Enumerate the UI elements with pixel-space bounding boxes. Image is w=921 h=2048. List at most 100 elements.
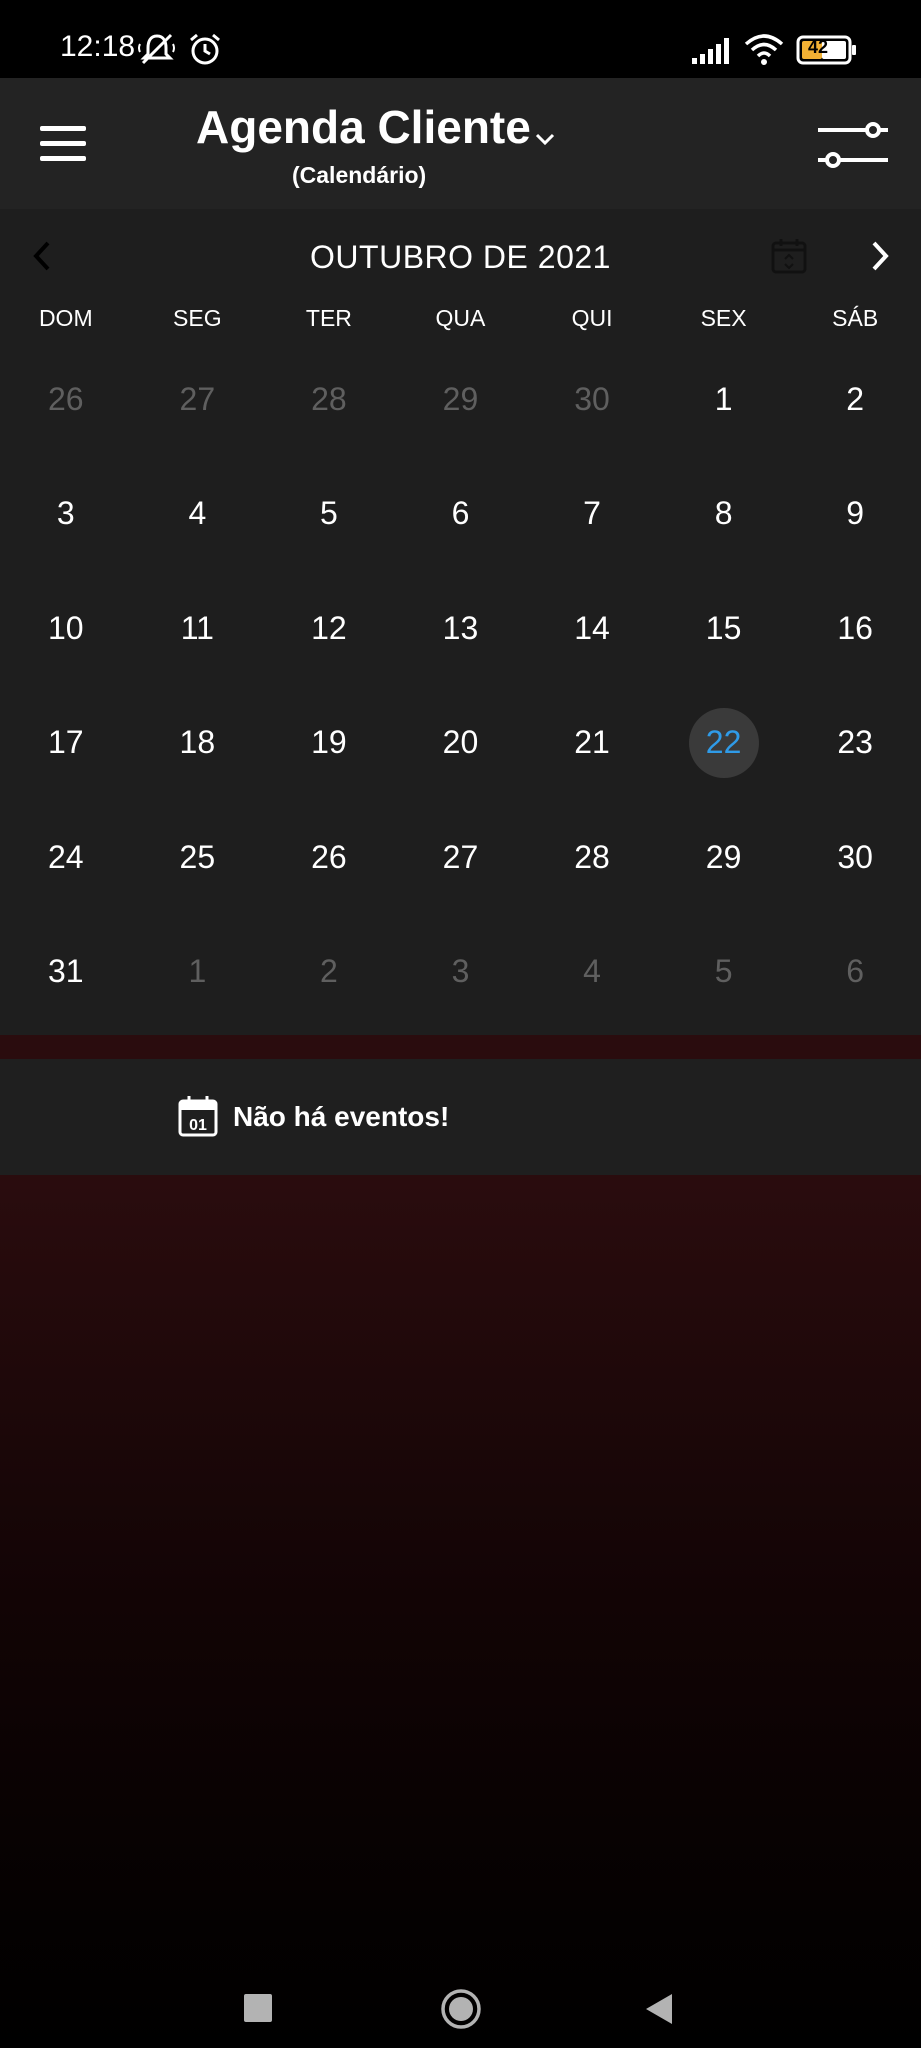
calendar-day-label: 12 [311,609,347,646]
calendar-day-label: 13 [442,609,479,646]
calendar-day[interactable]: 26 [263,800,395,915]
calendar-day[interactable]: 6 [395,457,527,572]
page-title[interactable]: Agenda Cliente [196,100,531,154]
alarm-icon [190,33,220,65]
calendar-day-label: 20 [442,724,479,761]
calendar-day-icon: 01 [178,1096,218,1137]
month-bar: OUTUBRO DE 2021 [0,209,921,299]
calendar-day-label: 21 [574,724,610,761]
calendar-day-label: 4 [188,495,207,532]
calendar-day-other-month[interactable]: 26 [0,342,132,457]
status-bar: 12:18 42 [0,0,921,78]
calendar-day-other-month[interactable]: 29 [395,342,527,457]
calendar-day-label: 23 [837,724,873,761]
calendar-day[interactable]: 7 [526,457,658,572]
calendar-picker-icon[interactable] [770,237,808,275]
calendar-day-today[interactable]: 22 [658,686,790,801]
calendar-day[interactable]: 11 [132,571,264,686]
calendar-day-label: 5 [320,495,338,532]
calendar-day-label: 29 [705,838,742,875]
status-time: 12:18 [60,30,136,63]
calendar-day-label: 24 [47,838,84,875]
calendar-day-label: 15 [705,609,742,646]
calendar-day-label: 2 [846,380,865,417]
calendar-day-label: 30 [574,380,610,417]
page-subtitle: (Calendário) [292,162,427,188]
events-panel: 01 Não há eventos! [0,1059,921,1175]
calendar-day-other-month[interactable]: 27 [132,342,264,457]
calendar-grid: 26 27 28 29 30 1 2 3 4 5 6 7 8 9 10 11 12 13 14 15 16 17 18 19 2… [0,342,921,1029]
calendar-day-label: 7 [583,495,601,532]
weekday-header: DOM SEG TER QUA QUI SEX SÁB [0,305,921,341]
calendar-day[interactable]: 10 [0,571,132,686]
signal-icon [692,38,729,64]
calendar-day-label: 5 [714,953,733,990]
calendar-day[interactable]: 28 [526,800,658,915]
calendar-day[interactable]: 15 [658,571,790,686]
calendar-day-label: 31 [47,953,84,990]
calendar-day[interactable]: 14 [526,571,658,686]
recents-square-icon[interactable] [244,1994,272,2022]
back-triangle-icon[interactable] [644,1992,674,2026]
filter-sliders-icon[interactable] [816,118,890,174]
calendar-day-label: 4 [583,953,601,990]
calendar-day-label: 22 [705,724,742,761]
chevron-right-icon[interactable] [868,239,892,273]
calendar-day-number: 01 [189,1117,207,1134]
calendar-day-other-month[interactable]: 5 [658,915,790,1030]
app-bar: Agenda Cliente (Calendário) [0,78,921,209]
calendar-day[interactable]: 9 [789,457,921,572]
calendar-day-label: 9 [846,495,865,532]
calendar-day-label: 27 [442,838,479,875]
calendar-day[interactable]: 12 [263,571,395,686]
calendar-day-label: 14 [574,609,610,646]
calendar-day[interactable]: 21 [526,686,658,801]
calendar-day-other-month[interactable]: 2 [263,915,395,1030]
calendar-day[interactable]: 5 [263,457,395,572]
calendar-day[interactable]: 2 [789,342,921,457]
calendar-week-row: 31 1 2 3 4 5 6 [0,915,921,1030]
calendar-week-row: 24 25 26 27 28 29 30 [0,800,921,915]
calendar-day-other-month[interactable]: 3 [395,915,527,1030]
calendar-day[interactable]: 30 [789,800,921,915]
calendar-day[interactable]: 3 [0,457,132,572]
calendar-day[interactable]: 24 [0,800,132,915]
calendar-day[interactable]: 20 [395,686,527,801]
calendar-day[interactable]: 23 [789,686,921,801]
calendar-day-other-month[interactable]: 28 [263,342,395,457]
weekday-label: QUA [435,305,486,331]
calendar-day-label: 3 [451,953,470,990]
no-events-message: Não há eventos! [233,1101,450,1132]
calendar-day[interactable]: 27 [395,800,527,915]
calendar-day-label: 16 [837,609,873,646]
menu-icon [40,126,86,131]
home-circle-icon[interactable] [440,1988,482,2030]
calendar-day[interactable]: 25 [132,800,264,915]
calendar-day[interactable]: 1 [658,342,790,457]
calendar-day-other-month[interactable]: 30 [526,342,658,457]
calendar-day-label: 28 [574,838,610,875]
calendar-day[interactable]: 16 [789,571,921,686]
weekday-label: TER [305,305,352,331]
calendar-day-label: 29 [442,380,479,417]
calendar-day[interactable]: 4 [132,457,264,572]
calendar-day[interactable]: 19 [263,686,395,801]
weekday-label: DOM [38,305,93,331]
calendar-day[interactable]: 18 [132,686,264,801]
calendar-day[interactable]: 29 [658,800,790,915]
calendar-day[interactable]: 13 [395,571,527,686]
calendar-day[interactable]: 17 [0,686,132,801]
calendar-day-other-month[interactable]: 6 [789,915,921,1030]
weekday-label: SEG [173,305,222,331]
calendar-day-label: 10 [47,609,84,646]
calendar-day-label: 8 [714,495,733,532]
calendar-day-label: 30 [837,838,873,875]
calendar-day-other-month[interactable]: 1 [132,915,264,1030]
calendar-day[interactable]: 8 [658,457,790,572]
chevron-down-icon[interactable] [534,132,556,146]
calendar-day[interactable]: 31 [0,915,132,1030]
calendar-day-label: 26 [47,380,84,417]
calendar-day-other-month[interactable]: 4 [526,915,658,1030]
calendar-day-label: 19 [311,724,347,761]
menu-button[interactable] [40,126,86,162]
